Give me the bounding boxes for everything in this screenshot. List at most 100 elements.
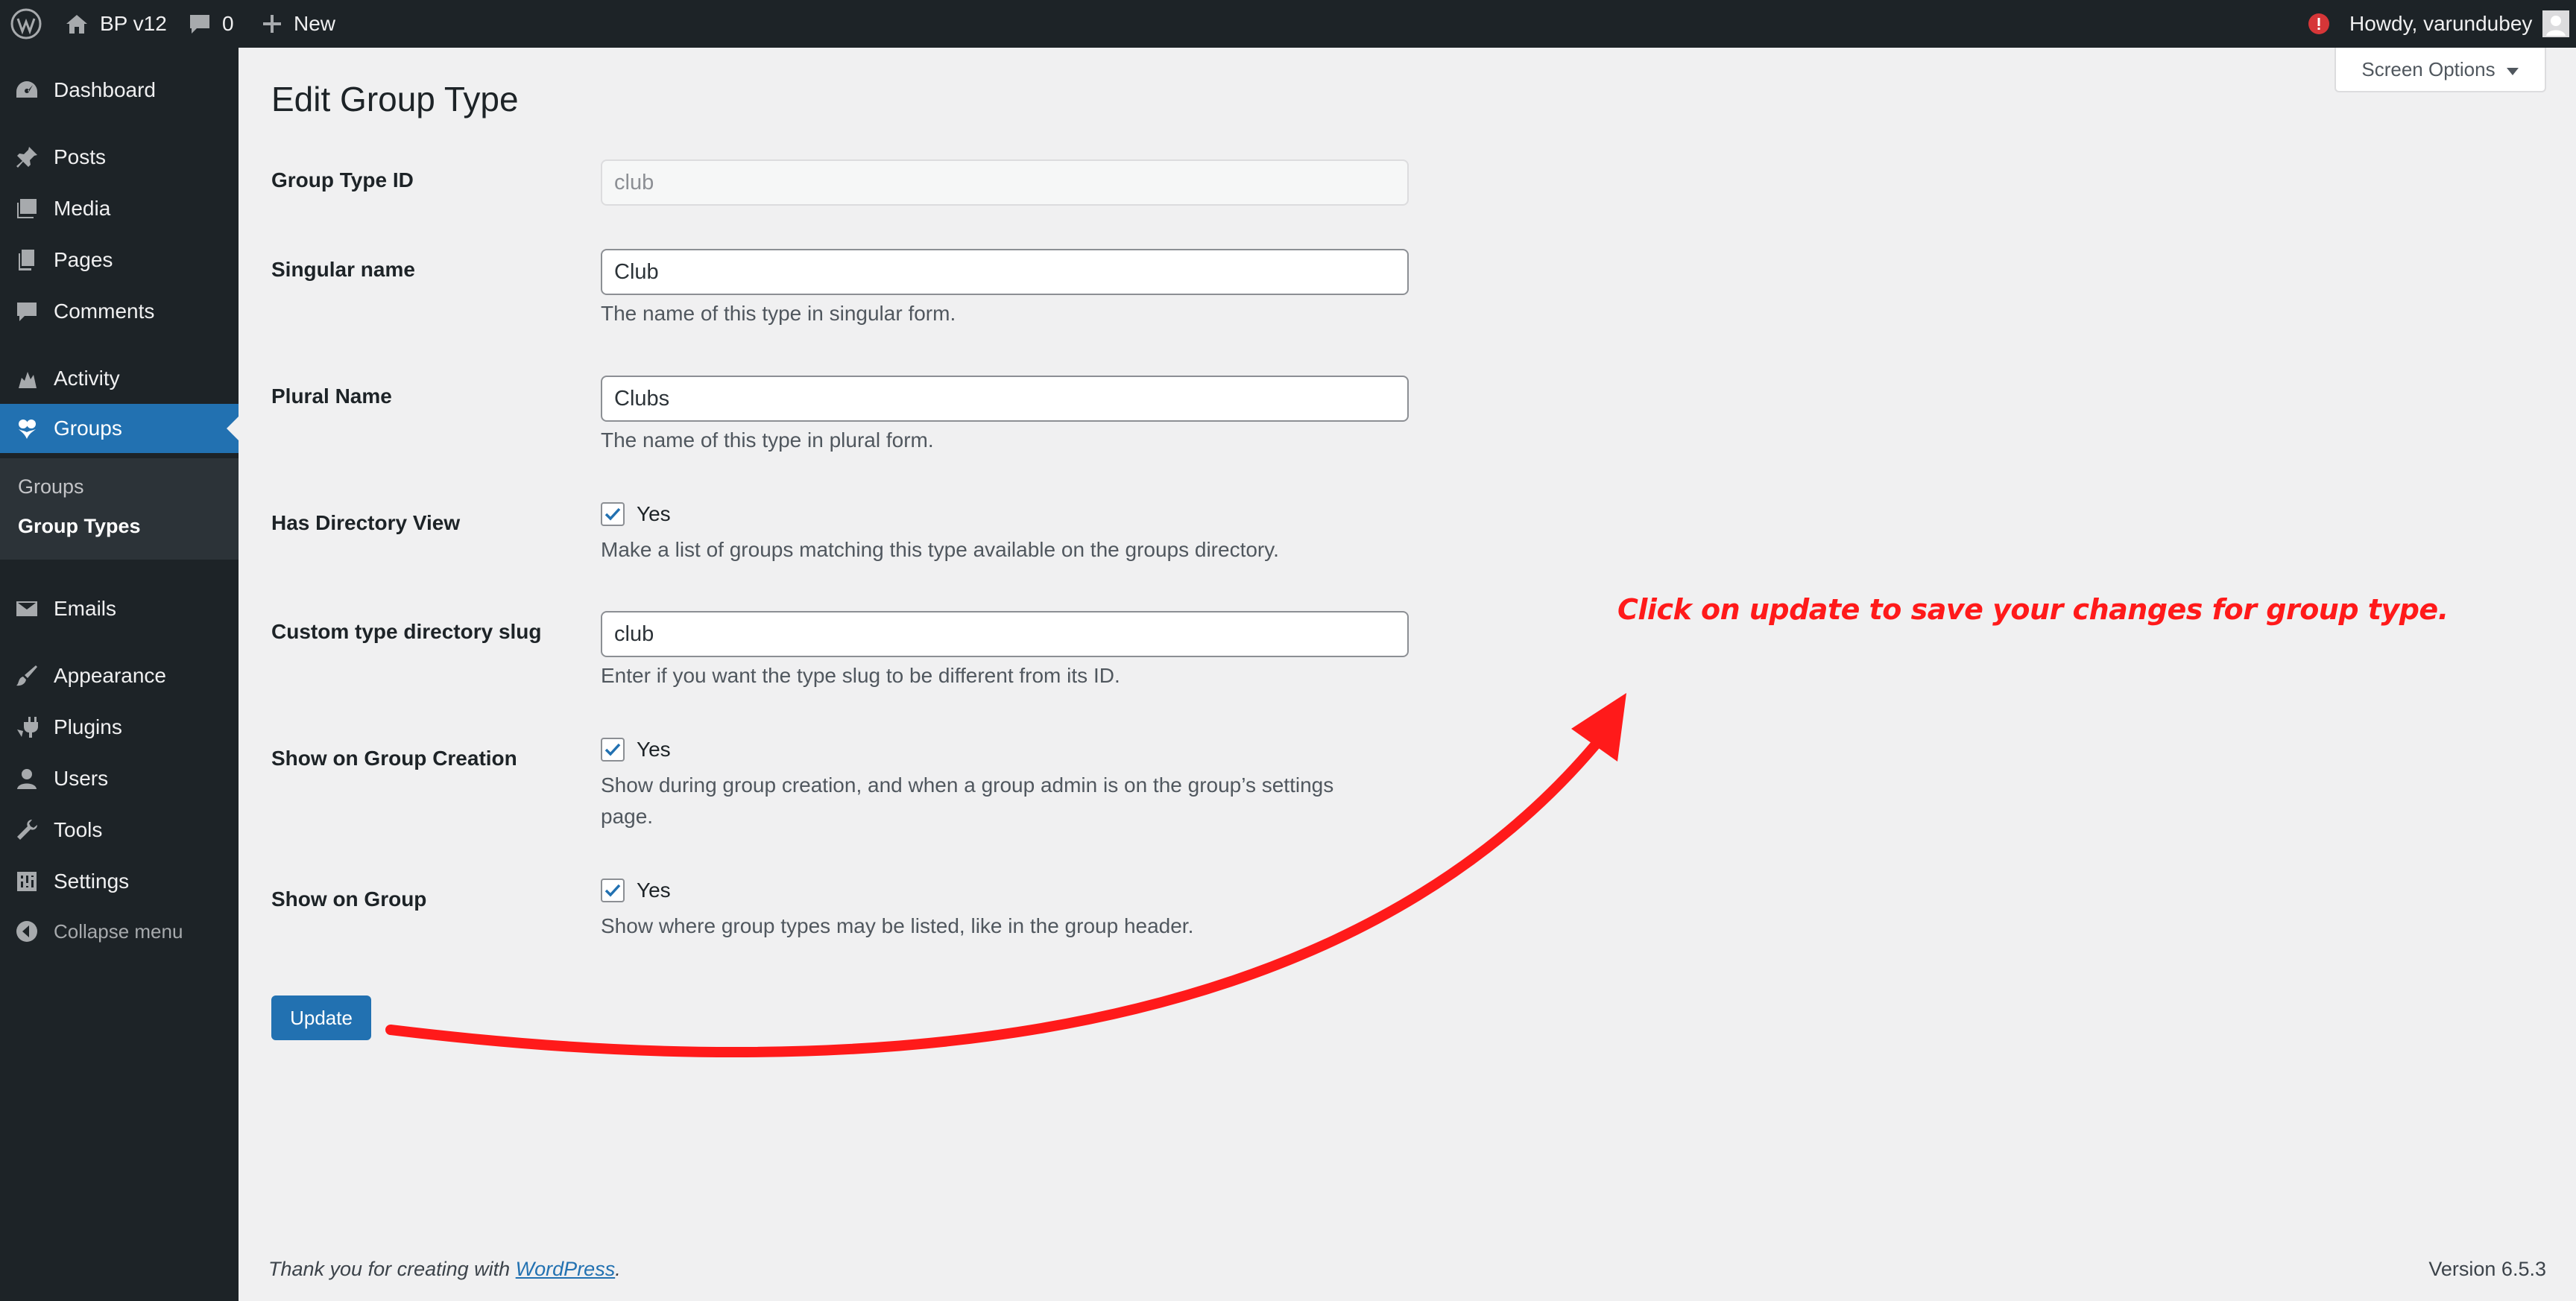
caret-down-icon: [2506, 58, 2519, 81]
sidebar-item-label: Dashboard: [54, 78, 156, 101]
show-on-creation-description: Show during group creation, and when a g…: [601, 773, 1334, 828]
comments-count: 0: [222, 12, 234, 35]
site-name: BP v12: [100, 12, 167, 35]
comment-icon: [13, 298, 40, 325]
new-label: New: [294, 12, 336, 35]
groups-submenu: Groups Group Types: [0, 458, 239, 560]
sidebar-item-media[interactable]: Media: [0, 184, 239, 233]
singular-name-description: The name of this type in singular form.: [601, 302, 956, 325]
footer-thanks-prefix: Thank you for creating with: [268, 1258, 516, 1280]
wordpress-logo-icon[interactable]: [10, 0, 42, 48]
update-button[interactable]: Update: [271, 995, 371, 1040]
sidebar-item-label: Comments: [54, 300, 155, 323]
site-name-link[interactable]: BP v12: [64, 0, 167, 48]
has-directory-checkbox[interactable]: [601, 502, 625, 526]
sidebar-item-tools[interactable]: Tools: [0, 805, 239, 855]
plural-name-description: The name of this type in plural form.: [601, 428, 934, 452]
sidebar-item-groups[interactable]: Groups: [0, 404, 239, 453]
wrench-icon: [13, 817, 40, 843]
checkmark-icon: [604, 884, 621, 897]
home-icon: [64, 11, 89, 37]
notification-icon[interactable]: [2308, 0, 2330, 48]
groups-icon: [13, 415, 40, 442]
plus-icon: [261, 13, 283, 35]
plural-name-input[interactable]: [601, 376, 1409, 422]
activity-icon: [13, 365, 40, 392]
sidebar-item-label: Posts: [54, 145, 107, 168]
has-directory-label: Has Directory View: [271, 511, 461, 534]
directory-slug-description: Enter if you want the type slug to be di…: [601, 664, 1120, 687]
directory-slug-input[interactable]: [601, 611, 1409, 657]
show-on-creation-checkbox-label: Yes: [637, 738, 671, 761]
email-icon: [13, 595, 40, 622]
greeting: Howdy, varundubey: [2349, 12, 2533, 35]
avatar: [2542, 10, 2570, 37]
sidebar-item-label: Users: [54, 767, 109, 790]
sidebar-item-emails[interactable]: Emails: [0, 584, 239, 633]
sidebar-item-label: Activity: [54, 367, 120, 390]
pages-icon: [13, 247, 40, 273]
collapse-icon: [13, 918, 40, 945]
plural-name-label: Plural Name: [271, 384, 392, 408]
sidebar-item-appearance[interactable]: Appearance: [0, 651, 239, 700]
submenu-item-group-types[interactable]: Group Types: [18, 515, 141, 538]
show-on-creation-label: Show on Group Creation: [271, 747, 517, 770]
main-content: Screen Options Edit Group Type Group Typ…: [239, 48, 2576, 1301]
sidebar-item-posts[interactable]: Posts: [0, 133, 239, 182]
collapse-menu-button[interactable]: Collapse menu: [0, 907, 239, 956]
show-on-group-checkbox-row[interactable]: Yes: [601, 879, 671, 902]
media-icon: [13, 195, 40, 222]
group-type-id-input: [601, 159, 1409, 206]
group-type-id-label: Group Type ID: [271, 168, 414, 191]
sidebar-item-pages[interactable]: Pages: [0, 235, 239, 285]
show-on-creation-checkbox[interactable]: [601, 738, 625, 762]
comment-bubble-icon: [188, 12, 212, 36]
sidebar-item-comments[interactable]: Comments: [0, 287, 239, 336]
sidebar-item-activity[interactable]: Activity: [0, 354, 239, 403]
settings-icon: [13, 868, 40, 895]
checkmark-icon: [604, 743, 621, 756]
show-on-creation-checkbox-row[interactable]: Yes: [601, 738, 671, 762]
submenu-item-groups[interactable]: Groups: [18, 475, 84, 498]
show-on-group-label: Show on Group: [271, 887, 427, 911]
screen-options-button[interactable]: Screen Options: [2334, 48, 2546, 92]
footer-version: Version 6.5.3: [2428, 1258, 2546, 1280]
footer-thanks: Thank you for creating with WordPress.: [268, 1258, 621, 1281]
plug-icon: [13, 714, 40, 741]
sidebar-item-dashboard[interactable]: Dashboard: [0, 66, 239, 115]
pin-icon: [13, 144, 40, 171]
new-content-link[interactable]: New: [261, 0, 335, 48]
singular-name-input[interactable]: [601, 249, 1409, 295]
wordpress-link[interactable]: WordPress: [516, 1258, 616, 1280]
show-on-group-checkbox[interactable]: [601, 879, 625, 902]
sidebar-item-label: Emails: [54, 597, 117, 620]
annotation-text: Click on update to save your changes for…: [1617, 593, 2449, 626]
directory-slug-label: Custom type directory slug: [271, 620, 542, 643]
admin-bar: BP v12 0 New Howdy, varundubey: [0, 0, 2576, 48]
screen-options-label: Screen Options: [2361, 57, 2496, 80]
has-directory-checkbox-row[interactable]: Yes: [601, 502, 671, 526]
sidebar-item-label: Tools: [54, 818, 103, 841]
sidebar-item-label: Appearance: [54, 664, 167, 687]
admin-sidebar: Dashboard Posts Media Pages Comments Act…: [0, 48, 239, 1301]
sidebar-item-label: Groups: [54, 417, 122, 440]
comments-link[interactable]: 0: [188, 0, 234, 48]
checkmark-icon: [604, 507, 621, 521]
sidebar-item-label: Media: [54, 197, 111, 220]
sidebar-item-plugins[interactable]: Plugins: [0, 703, 239, 752]
page-title: Edit Group Type: [271, 80, 519, 118]
sidebar-item-label: Plugins: [54, 715, 122, 738]
show-on-group-checkbox-label: Yes: [637, 879, 671, 902]
sidebar-item-label: Pages: [54, 248, 113, 271]
sidebar-item-label: Settings: [54, 870, 130, 893]
my-account-link[interactable]: Howdy, varundubey: [2349, 0, 2570, 48]
show-on-group-description: Show where group types may be listed, li…: [601, 914, 1194, 937]
sidebar-item-users[interactable]: Users: [0, 754, 239, 803]
sidebar-item-settings[interactable]: Settings: [0, 857, 239, 906]
dashboard-icon: [13, 77, 40, 104]
has-directory-description: Make a list of groups matching this type…: [601, 538, 1279, 561]
singular-name-label: Singular name: [271, 258, 415, 281]
footer-thanks-suffix: .: [615, 1258, 621, 1280]
user-icon: [13, 765, 40, 792]
has-directory-checkbox-label: Yes: [637, 502, 671, 525]
